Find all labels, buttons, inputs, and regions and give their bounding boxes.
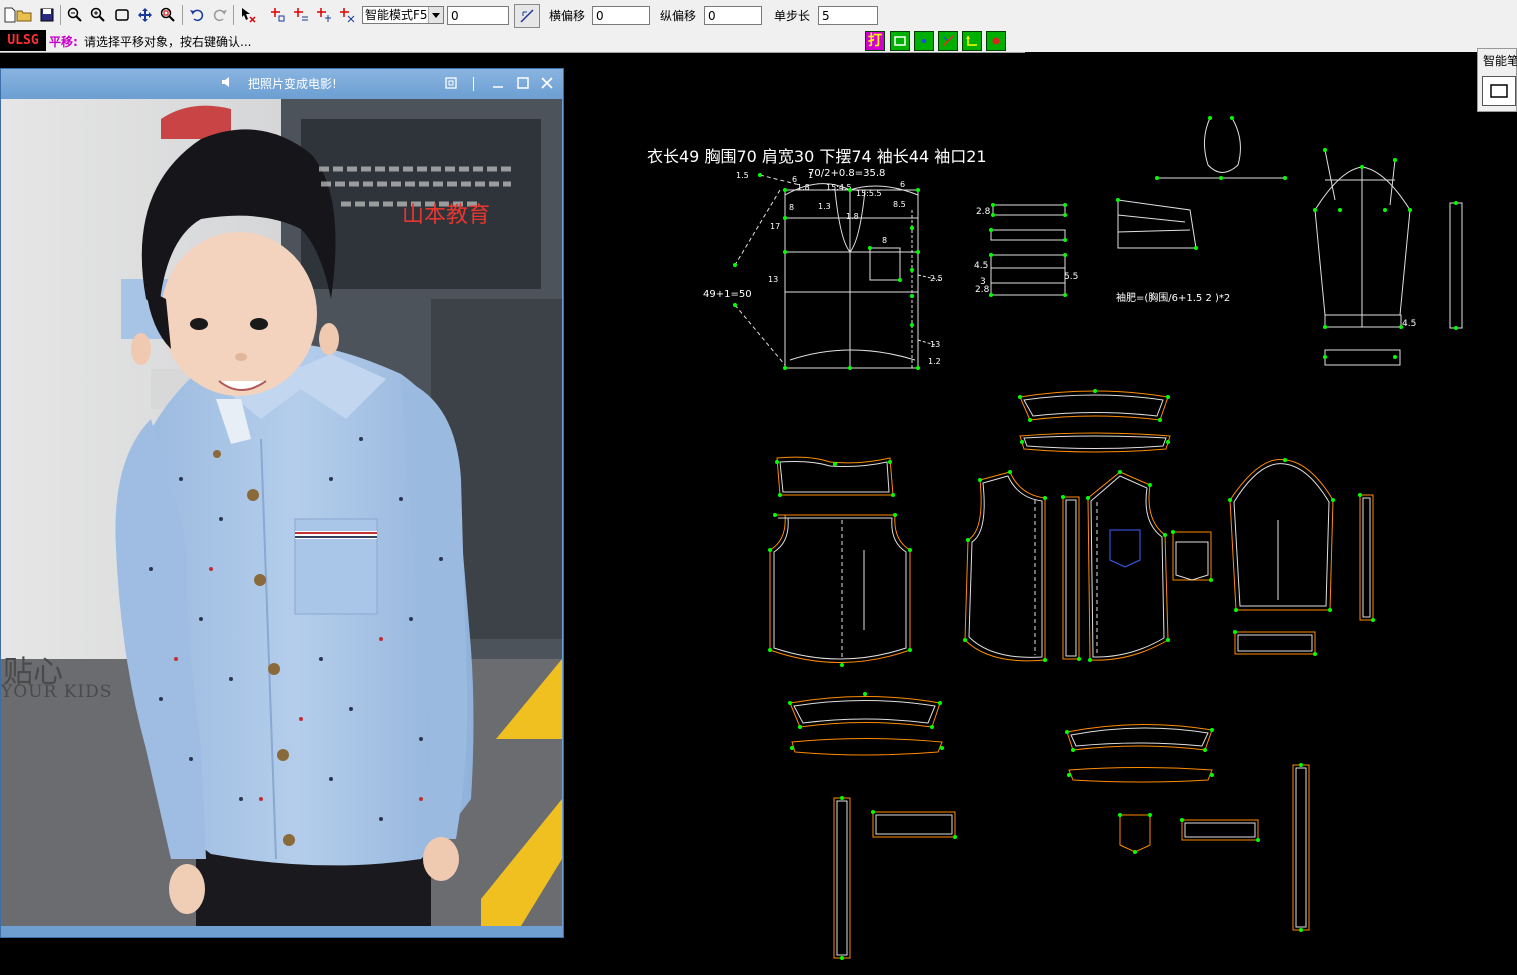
- svg-text:1.2: 1.2: [928, 357, 941, 366]
- lower-collar-pieces[interactable]: [789, 696, 1213, 783]
- fullscreen-icon: [445, 77, 457, 89]
- photo-window[interactable]: 把照片变成电影! 山本教育 贴心 YOUR KIDS: [0, 68, 564, 938]
- svg-text:6: 6: [900, 180, 905, 189]
- photo-window-titlebar[interactable]: 把照片变成电影!: [1, 69, 563, 98]
- photo-window-title: 把照片变成电影!: [248, 77, 337, 91]
- svg-text:1.8: 1.8: [846, 212, 859, 221]
- smart-pen-panel[interactable]: 智能笔: [1477, 48, 1517, 112]
- minimize-button[interactable]: [488, 73, 508, 93]
- close-button[interactable]: [537, 73, 557, 93]
- svg-text:1.3: 1.3: [818, 202, 831, 211]
- photo-viewer[interactable]: 山本教育 贴心 YOUR KIDS: [1, 99, 562, 926]
- maximize-button[interactable]: [513, 73, 533, 93]
- speaker-icon[interactable]: [220, 75, 234, 89]
- length-formula: 49+1=50: [703, 289, 752, 300]
- svg-text:2.8: 2.8: [975, 285, 990, 295]
- svg-text:15:5.5: 15:5.5: [856, 189, 882, 198]
- svg-text:1: 1: [808, 171, 813, 180]
- svg-text:1.8: 1.8: [797, 183, 810, 192]
- front-pieces[interactable]: [964, 471, 1212, 662]
- sleeve-piece[interactable]: [1229, 459, 1374, 655]
- collar-pieces[interactable]: [1019, 390, 1171, 453]
- svg-text:17: 17: [770, 222, 780, 231]
- titlebar-divider: [473, 77, 474, 91]
- maximize-icon: [517, 77, 529, 89]
- strip-labels: 2.84.53 2.85.5: [974, 207, 1078, 295]
- rectangle-icon: [1490, 84, 1508, 98]
- sleeve-label: 4.5: [1402, 319, 1416, 329]
- wall-text-en: YOUR KIDS: [1, 682, 113, 702]
- measurements-text: 衣长49 胸围70 肩宽30 下摆74 袖长44 袖口21: [647, 147, 987, 166]
- canvas-bottom: [0, 968, 1517, 975]
- back-pieces[interactable]: [769, 456, 911, 663]
- svg-text:13: 13: [768, 275, 778, 284]
- draft-block[interactable]: [734, 174, 941, 369]
- close-icon: [541, 77, 553, 89]
- small-strips[interactable]: [990, 199, 1197, 296]
- side-panel-title: 智能笔: [1483, 54, 1517, 68]
- svg-text:13: 13: [930, 340, 940, 349]
- smart-pen-button[interactable]: [1482, 76, 1516, 106]
- svg-text:1.5: 1.5: [736, 171, 749, 180]
- svg-text:15:4.5: 15:4.5: [826, 183, 852, 192]
- plackets[interactable]: [833, 764, 1310, 959]
- svg-text:8: 8: [789, 203, 794, 212]
- sleeve-draft[interactable]: [1314, 149, 1463, 366]
- svg-text:2.8: 2.8: [976, 207, 991, 217]
- minimize-icon: [493, 86, 503, 88]
- sleeve-formula: 袖肥=(胸围/6+1.5 2 )*2: [1116, 291, 1230, 304]
- watermark-text: 山本教育: [402, 203, 491, 228]
- fullscreen-button[interactable]: [441, 73, 461, 93]
- svg-text:8.5: 8.5: [893, 200, 906, 209]
- chest-formula: 70/2+0.8=35.8: [808, 168, 885, 179]
- collar-curve[interactable]: [1204, 117, 1241, 173]
- svg-text:8: 8: [882, 236, 887, 245]
- svg-text:2.5: 2.5: [930, 274, 943, 283]
- svg-text:4.5: 4.5: [974, 261, 988, 271]
- svg-text:5.5: 5.5: [1064, 272, 1078, 282]
